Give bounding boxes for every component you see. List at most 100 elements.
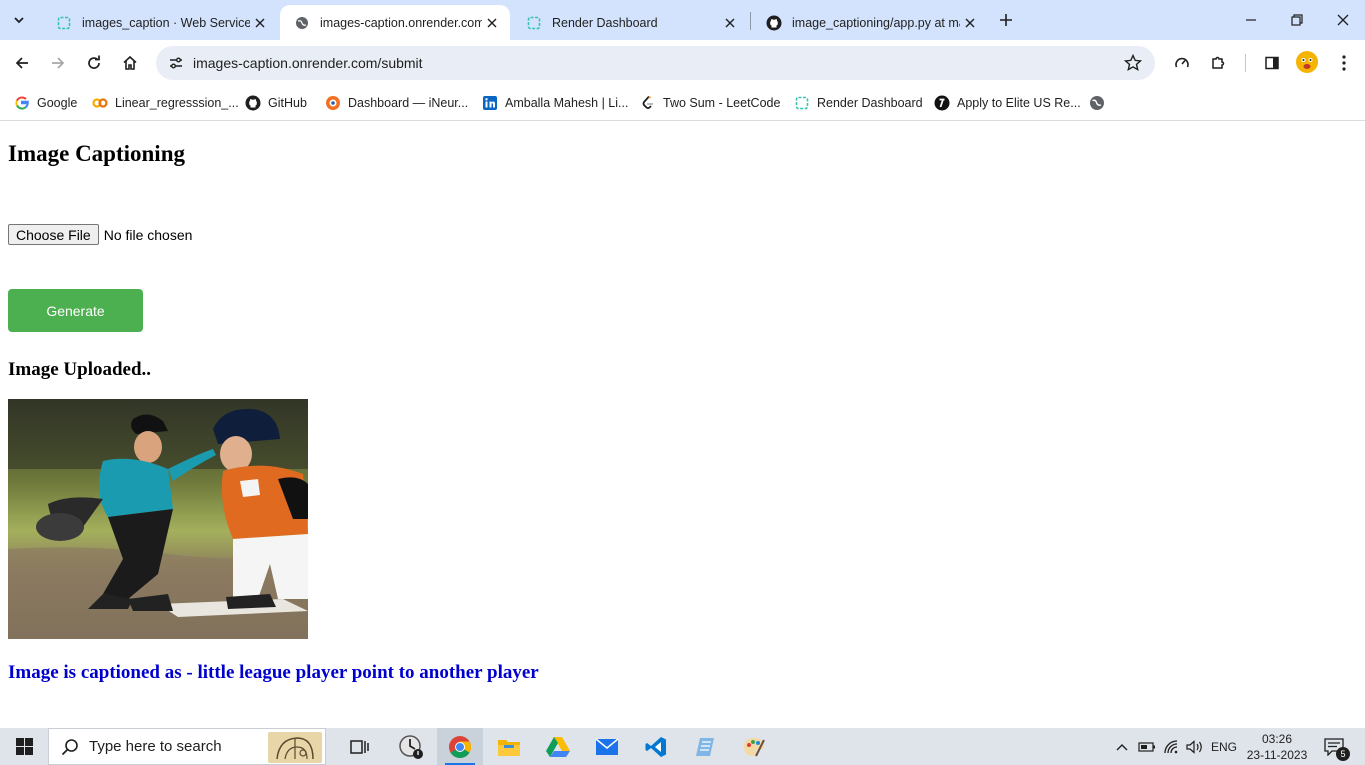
windows-taskbar: Type here to search ENG 03:26 23-11-2023… — [0, 728, 1365, 765]
bookmark-globe[interactable] — [1089, 91, 1112, 115]
bookmark-label: Two Sum - LeetCode — [663, 96, 781, 110]
language-indicator[interactable]: ENG — [1208, 728, 1240, 765]
extensions-button[interactable] — [1203, 48, 1233, 78]
more-vertical-icon — [1342, 55, 1346, 71]
back-button[interactable] — [7, 48, 37, 78]
site-info-icon[interactable] — [164, 51, 188, 75]
chevron-down-icon — [14, 17, 24, 24]
tab-web-service[interactable]: images_caption · Web Service — [42, 5, 278, 40]
tab-title: image_captioning/app.py at ma — [792, 15, 960, 30]
bookmark-google[interactable]: Google — [14, 91, 77, 115]
forward-button[interactable] — [43, 48, 73, 78]
tab-title: images-caption.onrender.com/s — [320, 15, 482, 30]
notification-center-button[interactable]: 5 — [1322, 736, 1350, 761]
bookmark-linkedin[interactable]: Amballa Mahesh | Li... — [482, 91, 628, 115]
ineuron-icon — [325, 95, 341, 111]
bookmark-label: Dashboard — iNeur... — [348, 96, 469, 110]
tab-render-dashboard[interactable]: Render Dashboard — [512, 5, 748, 40]
bookmark-github[interactable]: GitHub — [245, 91, 307, 115]
tab-title: images_caption · Web Service — [82, 15, 250, 30]
choose-file-button[interactable]: Choose File — [8, 224, 99, 245]
linkedin-icon — [482, 95, 498, 111]
taskbar-search-box[interactable]: Type here to search — [48, 728, 326, 765]
close-icon[interactable] — [960, 13, 980, 33]
task-view-button[interactable] — [336, 728, 382, 765]
taskbar-app-google-drive[interactable] — [535, 728, 581, 765]
side-panel-icon — [1265, 56, 1279, 70]
clock-time: 03:26 — [1261, 732, 1293, 746]
profile-avatar[interactable] — [1296, 51, 1318, 73]
taskbar-app-mail[interactable] — [584, 728, 630, 765]
bookmark-label: Amballa Mahesh | Li... — [505, 96, 629, 110]
performance-button[interactable] — [1167, 48, 1197, 78]
bookmark-label: Linear_regresssion_... — [115, 96, 239, 110]
globe-icon — [294, 15, 310, 31]
chrome-icon — [449, 735, 471, 758]
windows-icon — [15, 738, 33, 755]
generate-button[interactable]: Generate — [8, 289, 143, 332]
uploaded-heading: Image Uploaded.. — [8, 359, 152, 380]
address-bar[interactable]: images-caption.onrender.com/submit — [156, 46, 1155, 80]
bookmark-ineuron[interactable]: Dashboard — iNeur... — [325, 91, 468, 115]
notification-count-badge: 5 — [1336, 747, 1350, 761]
github-icon — [766, 15, 782, 31]
restore-button[interactable] — [1274, 0, 1320, 40]
close-icon[interactable] — [250, 13, 270, 33]
task-view-icon — [350, 739, 369, 754]
file-input[interactable]: Choose File No file chosen — [8, 224, 192, 245]
taskbar-app-chrome[interactable] — [437, 728, 483, 765]
tab-title: Render Dashboard — [552, 15, 658, 30]
close-icon[interactable] — [482, 13, 502, 33]
bookmark-star-icon[interactable] — [1121, 51, 1145, 75]
minimize-button[interactable] — [1228, 0, 1274, 40]
start-button[interactable] — [0, 728, 48, 765]
bookmark-colab[interactable]: Linear_regresssion_... — [92, 91, 239, 115]
page-content: Image Captioning Choose File No file cho… — [0, 121, 1365, 728]
show-hidden-icons-button[interactable] — [1112, 728, 1132, 765]
arrow-right-icon — [52, 57, 65, 69]
file-status-text: No file chosen — [103, 226, 193, 243]
bookmark-render-dashboard[interactable]: Render Dashboard — [794, 91, 923, 115]
paint-palette-icon — [744, 737, 765, 756]
taskbar-app-paint[interactable] — [731, 728, 777, 765]
taskbar-app-vscode[interactable] — [633, 728, 679, 765]
google-icon — [14, 95, 30, 111]
bookmark-turing[interactable]: Apply to Elite US Re... — [934, 91, 1081, 115]
minimize-icon — [1246, 19, 1256, 21]
taskbar-clock[interactable]: 03:26 23-11-2023 — [1243, 731, 1311, 763]
side-panel-button[interactable] — [1257, 48, 1287, 78]
uploaded-image — [8, 399, 308, 639]
bookmark-label: Apply to Elite US Re... — [957, 96, 1081, 110]
toolbar-divider — [1245, 54, 1246, 72]
bookmark-label: Render Dashboard — [817, 96, 923, 110]
bookmark-leetcode[interactable]: Two Sum - LeetCode — [640, 91, 780, 115]
speaker-icon — [1186, 739, 1202, 754]
notepad-icon — [696, 737, 714, 756]
close-icon[interactable] — [720, 13, 740, 33]
taskbar-app-notepad[interactable] — [682, 728, 728, 765]
tab-search-button[interactable] — [6, 7, 32, 33]
tab-github-app-py[interactable]: image_captioning/app.py at ma — [752, 5, 988, 40]
chrome-menu-button[interactable] — [1329, 48, 1359, 78]
volume-control[interactable] — [1184, 728, 1206, 765]
battery-status[interactable] — [1136, 728, 1158, 765]
network-status[interactable] — [1161, 728, 1183, 765]
chevron-up-icon — [1116, 743, 1128, 750]
plus-icon — [1000, 14, 1012, 26]
reload-button[interactable] — [79, 48, 109, 78]
search-highlight-icon — [268, 732, 322, 763]
home-button[interactable] — [115, 48, 145, 78]
caption-result: Image is captioned as - little league pl… — [8, 662, 539, 683]
tab-strip: images_caption · Web Service images-capt… — [0, 0, 1365, 40]
taskbar-app-file-explorer[interactable] — [486, 728, 532, 765]
taskbar-app-clock[interactable] — [388, 728, 434, 765]
new-tab-button[interactable] — [992, 7, 1020, 33]
globe-icon — [1089, 95, 1105, 111]
close-window-button[interactable] — [1320, 0, 1365, 40]
tab-images-caption[interactable]: images-caption.onrender.com/s — [280, 5, 510, 40]
page-title: Image Captioning — [8, 141, 185, 166]
search-icon — [61, 738, 78, 755]
emoji-avatar-icon — [1297, 52, 1317, 72]
turing-icon — [934, 95, 950, 111]
close-icon — [1337, 14, 1349, 26]
